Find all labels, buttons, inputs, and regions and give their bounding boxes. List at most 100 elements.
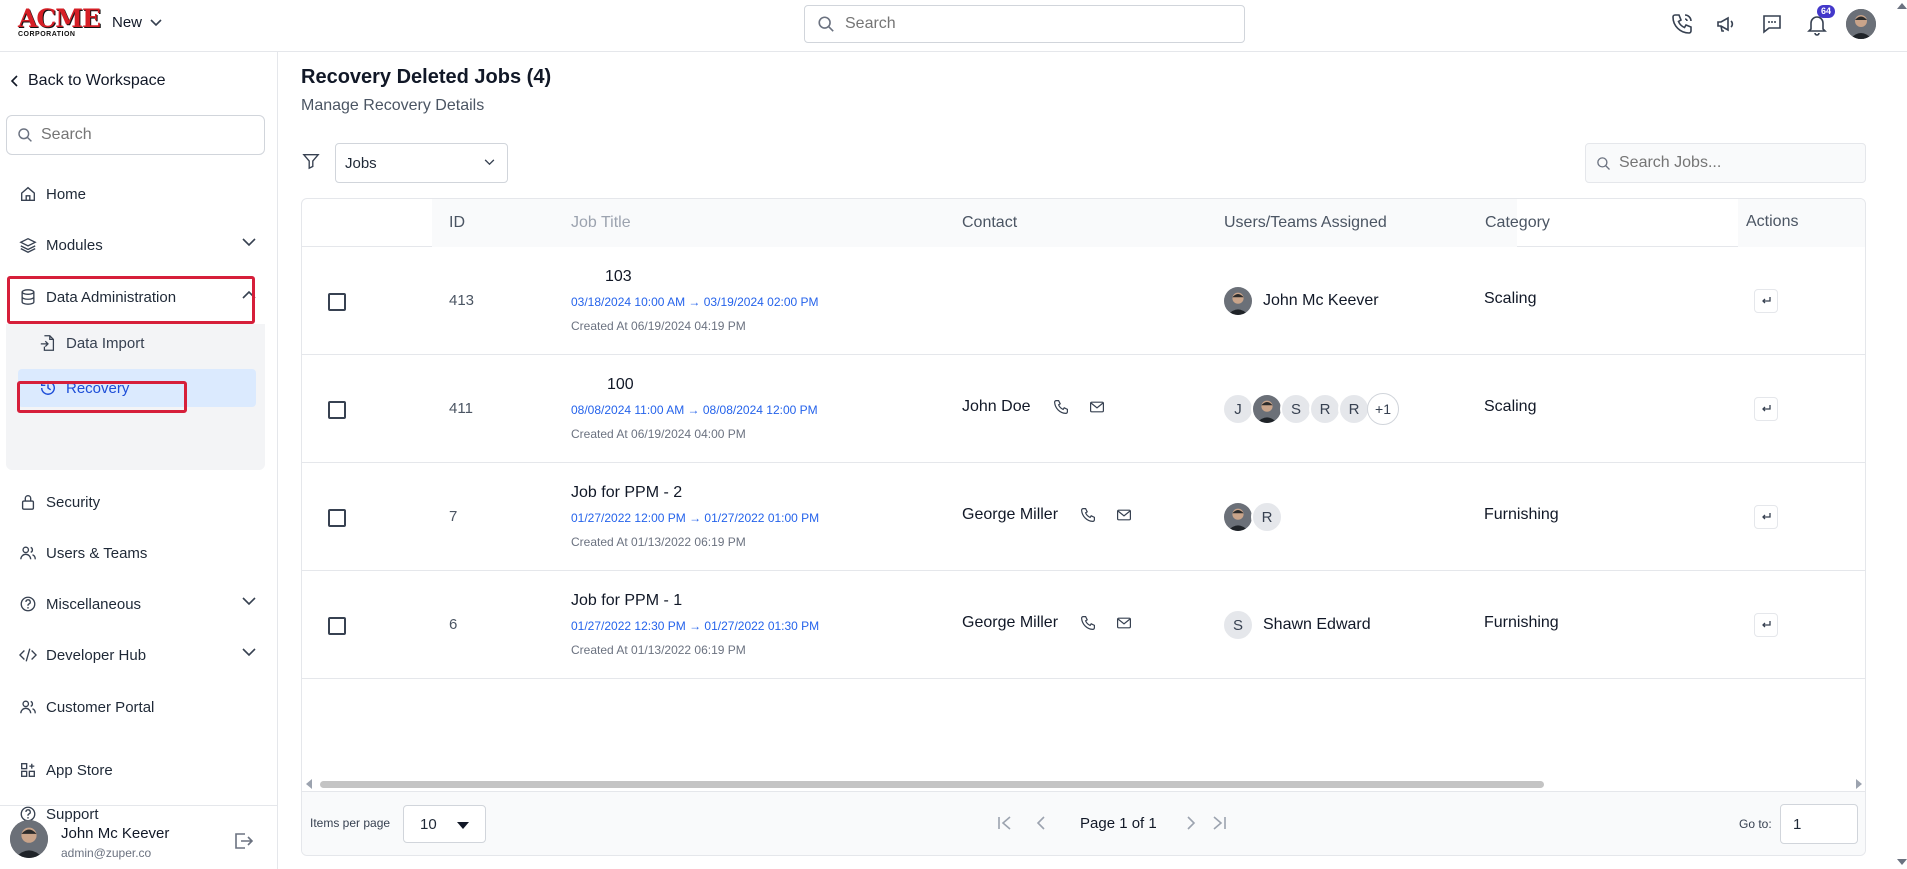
megaphone-icon[interactable] — [1711, 8, 1743, 40]
user-avatar[interactable] — [1845, 8, 1877, 40]
bell-icon[interactable]: 64 — [1801, 5, 1836, 40]
global-search[interactable] — [804, 5, 1245, 43]
avatar[interactable] — [10, 820, 48, 858]
sidebar-item-modules[interactable]: Modules — [8, 227, 266, 263]
column-header-id[interactable]: ID — [449, 214, 465, 232]
sidebar-item-developer-hub[interactable]: Developer Hub — [8, 637, 266, 673]
assigned-user-name: John Mc Keever — [1263, 292, 1379, 309]
phone-icon[interactable] — [1080, 615, 1096, 631]
profile-email: admin@zuper.co — [61, 846, 152, 860]
mail-icon[interactable] — [1116, 615, 1132, 631]
last-page-icon[interactable] — [1210, 814, 1228, 832]
chat-icon[interactable] — [1756, 8, 1788, 40]
scrollbar-thumb[interactable] — [320, 781, 1544, 788]
row-checkbox[interactable] — [328, 401, 346, 419]
avatar[interactable]: R — [1338, 393, 1370, 425]
assigned-users: S Shawn Edward — [1222, 609, 1371, 641]
job-category: Scaling — [1484, 290, 1537, 307]
sidebar-item-miscellaneous[interactable]: Miscellaneous — [8, 586, 266, 622]
job-title-link[interactable]: Job for PPM - 1 — [571, 592, 682, 610]
job-category: Furnishing — [1484, 506, 1559, 523]
scroll-right-icon[interactable] — [1855, 779, 1863, 789]
column-header-actions: Actions — [1746, 213, 1799, 230]
logout-icon[interactable] — [232, 830, 254, 852]
global-search-input[interactable] — [845, 15, 1225, 33]
restore-button[interactable] — [1754, 289, 1778, 313]
contact-name[interactable]: George Miller — [962, 506, 1058, 524]
first-page-icon[interactable] — [996, 814, 1014, 832]
sidebar-item-customer-portal[interactable]: Customer Portal — [8, 689, 266, 725]
restore-button[interactable] — [1754, 505, 1778, 529]
sidebar: Back to Workspace Home Modules Data Admi… — [0, 52, 278, 869]
horizontal-scrollbar[interactable] — [302, 777, 1865, 791]
chevron-down-icon — [242, 648, 256, 657]
column-header-category[interactable]: Category — [1485, 214, 1550, 232]
row-checkbox[interactable] — [328, 509, 346, 527]
search-jobs[interactable] — [1585, 143, 1866, 183]
restore-arrow-icon — [1762, 513, 1771, 520]
avatar[interactable]: S — [1280, 393, 1312, 425]
job-title-link[interactable]: 103 — [605, 268, 632, 286]
vertical-scrollbar[interactable] — [1896, 0, 1907, 869]
avatar[interactable] — [1251, 393, 1283, 425]
job-created-at: Created At 06/19/2024 04:19 PM — [571, 319, 746, 333]
avatar[interactable] — [1222, 501, 1254, 533]
filter-icon[interactable] — [302, 152, 320, 170]
assigned-users: R — [1222, 501, 1283, 533]
avatar[interactable]: R — [1309, 393, 1341, 425]
more-users-badge[interactable]: +1 — [1367, 393, 1399, 425]
sidebar-item-label: Security — [46, 493, 101, 511]
column-header-contact[interactable]: Contact — [962, 214, 1017, 232]
sidebar-item-home[interactable]: Home — [8, 176, 266, 212]
sidebar-subitem-data-import[interactable]: Data Import — [18, 324, 256, 362]
scroll-left-icon[interactable] — [305, 779, 313, 789]
home-icon — [18, 184, 38, 204]
restore-button[interactable] — [1754, 397, 1778, 421]
row-checkbox[interactable] — [328, 293, 346, 311]
avatar[interactable] — [1222, 285, 1254, 317]
restore-button[interactable] — [1754, 613, 1778, 637]
sidebar-item-users-teams[interactable]: Users & Teams — [8, 535, 266, 571]
sidebar-item-app-store[interactable]: App Store — [8, 752, 266, 788]
next-page-icon[interactable] — [1182, 814, 1200, 832]
job-title-link[interactable]: 100 — [607, 376, 634, 394]
sidebar-search[interactable] — [6, 115, 265, 155]
new-button[interactable]: New — [112, 14, 162, 31]
phone-icon[interactable] — [1053, 399, 1069, 415]
sidebar-search-input[interactable] — [41, 126, 241, 144]
table-header: ID Job Title Contact Users/Teams Assigne… — [302, 199, 1865, 247]
job-schedule: 01/27/2022 12:00 PM → 01/27/2022 01:00 P… — [571, 511, 820, 525]
chevron-down-icon — [242, 238, 256, 247]
phone-call-icon[interactable] — [1666, 8, 1698, 40]
goto-page-input[interactable]: 1 — [1780, 804, 1858, 844]
avatar[interactable]: S — [1222, 609, 1254, 641]
sidebar-item-label: Customer Portal — [46, 698, 155, 716]
scroll-up-icon[interactable] — [1897, 2, 1907, 10]
items-per-page-label: Items per page — [310, 816, 391, 830]
job-title-link[interactable]: Job for PPM - 2 — [571, 484, 682, 502]
items-per-page-select[interactable]: 10 — [403, 805, 486, 843]
contact-name[interactable]: George Miller — [962, 614, 1058, 632]
avatar[interactable]: R — [1251, 501, 1283, 533]
mail-icon[interactable] — [1089, 399, 1105, 415]
column-header-job-title[interactable]: Job Title — [571, 214, 631, 232]
back-to-workspace-link[interactable]: Back to Workspace — [10, 72, 166, 90]
column-header-users-teams[interactable]: Users/Teams Assigned — [1224, 214, 1387, 232]
sidebar-item-security[interactable]: Security — [8, 484, 266, 520]
new-button-label: New — [112, 14, 143, 31]
contact-name[interactable]: John Doe — [962, 398, 1031, 416]
users-icon — [18, 697, 38, 717]
mail-icon[interactable] — [1116, 507, 1132, 523]
company-logo[interactable]: ACME CORPORATION — [18, 6, 101, 38]
module-filter-select[interactable]: Jobs — [335, 143, 508, 183]
scroll-down-icon[interactable] — [1897, 858, 1907, 866]
table-row: 6 Job for PPM - 1 01/27/2022 12:30 PM → … — [302, 571, 1865, 679]
items-per-page-value: 10 — [420, 815, 437, 833]
phone-icon[interactable] — [1080, 507, 1096, 523]
avatar[interactable]: J — [1222, 393, 1254, 425]
previous-page-icon[interactable] — [1032, 814, 1050, 832]
back-label: Back to Workspace — [28, 72, 166, 89]
search-jobs-input[interactable] — [1619, 154, 1849, 172]
row-id: 6 — [449, 616, 458, 633]
row-checkbox[interactable] — [328, 617, 346, 635]
